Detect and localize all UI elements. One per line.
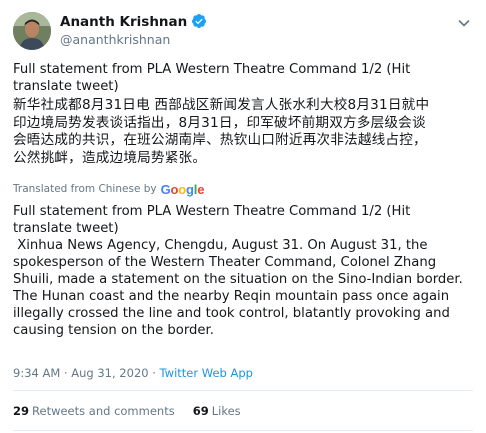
- google-logo: Google: [160, 181, 205, 197]
- meta-separator: ·: [148, 366, 160, 380]
- retweets-label: Retweets and comments: [32, 404, 175, 418]
- tweet-card: Ananth Krishnan @ananthkrishnan Full sta…: [0, 0, 486, 433]
- author-handle[interactable]: @ananthkrishnan: [60, 32, 170, 47]
- author-display-name[interactable]: Ananth Krishnan: [60, 14, 187, 30]
- divider: [13, 390, 473, 391]
- tweet-meta: 9:34 AM · Aug 31, 2020 · Twitter Web App: [13, 366, 253, 380]
- avatar-photo: [13, 12, 51, 50]
- translated-label: Translated from Chinese by: [13, 183, 157, 195]
- tweet-header: Ananth Krishnan @ananthkrishnan: [13, 12, 473, 52]
- divider: [13, 430, 473, 431]
- tweet-time[interactable]: 9:34 AM: [13, 366, 60, 380]
- likes-stat[interactable]: 69 Likes: [193, 404, 241, 418]
- meta-separator: ·: [60, 366, 72, 380]
- tweet-text-english: Full statement from PLA Western Theatre …: [13, 62, 411, 94]
- tweet-translated-text: Full statement from PLA Western Theatre …: [13, 204, 463, 338]
- tweet-date[interactable]: Aug 31, 2020: [71, 366, 148, 380]
- likes-count: 69: [192, 404, 209, 418]
- chevron-down-icon[interactable]: [457, 15, 471, 29]
- retweets-stat[interactable]: 29 Retweets and comments: [13, 404, 175, 418]
- likes-label: Likes: [211, 404, 241, 418]
- avatar[interactable]: [13, 12, 51, 50]
- tweet-stats: 29 Retweets and comments 69 Likes: [13, 404, 259, 418]
- verified-badge-icon: [191, 13, 207, 29]
- retweets-count: 29: [13, 404, 30, 418]
- tweet-text-chinese: 新华社成都8月31日电 西部战区新闻发言人张水利大校8月31日就中 印边境局势发…: [13, 97, 430, 166]
- translation-attribution: Translated from Chinese by Google: [13, 181, 204, 197]
- tweet-source-link[interactable]: Twitter Web App: [160, 366, 253, 380]
